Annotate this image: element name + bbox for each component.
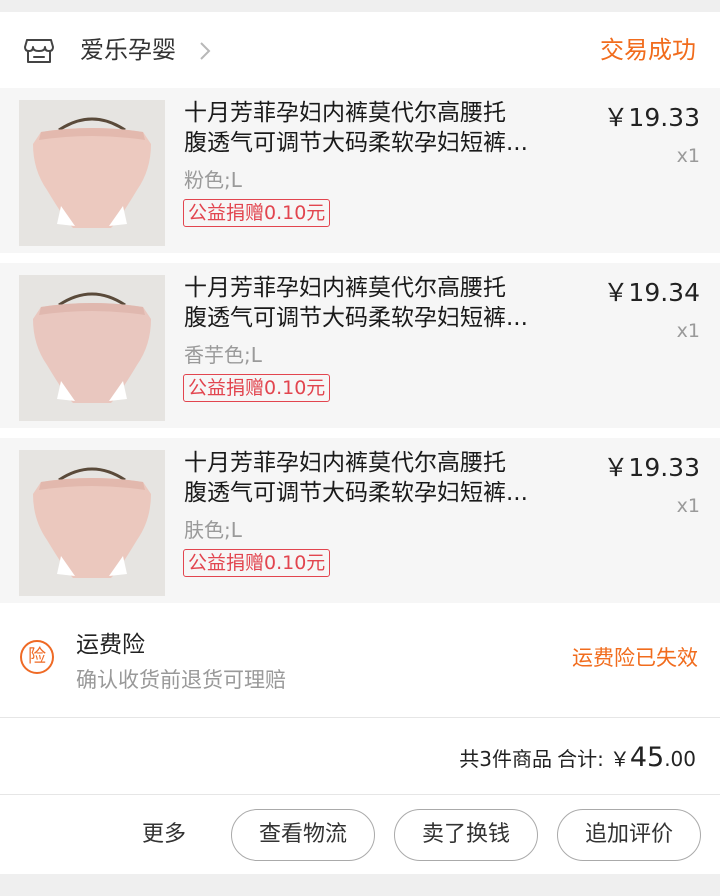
insurance-icon: 险 (20, 640, 54, 674)
product-sku: 香芋色;L (184, 343, 262, 367)
product-title-line: 十月芳菲孕妇内裤莫代尔高腰托 (184, 100, 506, 126)
donation-badge: 公益捐赠0.10元 (183, 199, 331, 227)
shipping-insurance[interactable]: 险 运费险 确认收货前退货可理赔 运费险已失效 (0, 607, 720, 717)
sell-item-button[interactable]: 卖了换钱 (394, 809, 538, 861)
divider (0, 717, 720, 718)
chevron-right-icon (198, 40, 212, 62)
order-item[interactable]: 十月芳菲孕妇内裤莫代尔高腰托 腹透气可调节大码柔软孕妇短裤... 粉色;L 公益… (0, 88, 720, 253)
product-title-line: 腹透气可调节大码柔软孕妇短裤... (184, 480, 528, 506)
shop-name[interactable]: 爱乐孕婴 (80, 34, 176, 66)
product-sku: 粉色;L (184, 168, 242, 192)
order-status: 交易成功 (600, 36, 696, 64)
total-amount-integer: 45 (629, 742, 665, 773)
product-title[interactable]: 十月芳菲孕妇内裤莫代尔高腰托 腹透气可调节大码柔软孕妇短裤... (184, 98, 569, 158)
order-actions: 更多 查看物流 卖了换钱 追加评价 (0, 794, 720, 874)
product-thumbnail[interactable] (19, 100, 165, 246)
insurance-description: 确认收货前退货可理赔 (76, 668, 286, 692)
product-price: ￥19.34 (603, 278, 700, 307)
product-quantity: x1 (676, 145, 700, 167)
add-review-button[interactable]: 追加评价 (557, 809, 701, 861)
product-title-line: 腹透气可调节大码柔软孕妇短裤... (184, 305, 528, 331)
product-title-line: 十月芳菲孕妇内裤莫代尔高腰托 (184, 275, 506, 301)
view-logistics-button[interactable]: 查看物流 (231, 809, 375, 861)
product-sku: 肤色;L (184, 518, 242, 542)
shop-header[interactable]: 爱乐孕婴 交易成功 (0, 12, 720, 88)
total-label: 合计: (557, 747, 604, 771)
donation-badge: 公益捐赠0.10元 (183, 374, 331, 402)
product-price: ￥19.33 (603, 453, 700, 482)
item-count: 共3件商品 (459, 747, 552, 771)
insurance-status: 运费险已失效 (572, 646, 698, 670)
more-button[interactable]: 更多 (142, 819, 186, 851)
insurance-title: 运费险 (76, 632, 145, 658)
total-amount-decimal: .00 (664, 747, 696, 771)
product-title[interactable]: 十月芳菲孕妇内裤莫代尔高腰托 腹透气可调节大码柔软孕妇短裤... (184, 273, 569, 333)
product-thumbnail[interactable] (19, 450, 165, 596)
product-title-line: 十月芳菲孕妇内裤莫代尔高腰托 (184, 450, 506, 476)
order-card: 爱乐孕婴 交易成功 十月芳菲孕妇内裤莫代尔高腰托 腹透气可调节大码柔软孕妇短裤.… (0, 12, 720, 874)
product-price: ￥19.33 (603, 103, 700, 132)
donation-badge: 公益捐赠0.10元 (183, 549, 331, 577)
product-title[interactable]: 十月芳菲孕妇内裤莫代尔高腰托 腹透气可调节大码柔软孕妇短裤... (184, 448, 569, 508)
order-item[interactable]: 十月芳菲孕妇内裤莫代尔高腰托 腹透气可调节大码柔软孕妇短裤... 香芋色;L 公… (0, 263, 720, 428)
order-summary: 共3件商品 合计: ￥45.00 (459, 736, 696, 783)
product-title-line: 腹透气可调节大码柔软孕妇短裤... (184, 130, 528, 156)
store-icon (24, 38, 54, 64)
order-item[interactable]: 十月芳菲孕妇内裤莫代尔高腰托 腹透气可调节大码柔软孕妇短裤... 肤色;L 公益… (0, 438, 720, 603)
product-quantity: x1 (676, 495, 700, 517)
product-quantity: x1 (676, 320, 700, 342)
product-thumbnail[interactable] (19, 275, 165, 421)
total-currency: ￥ (609, 747, 630, 771)
